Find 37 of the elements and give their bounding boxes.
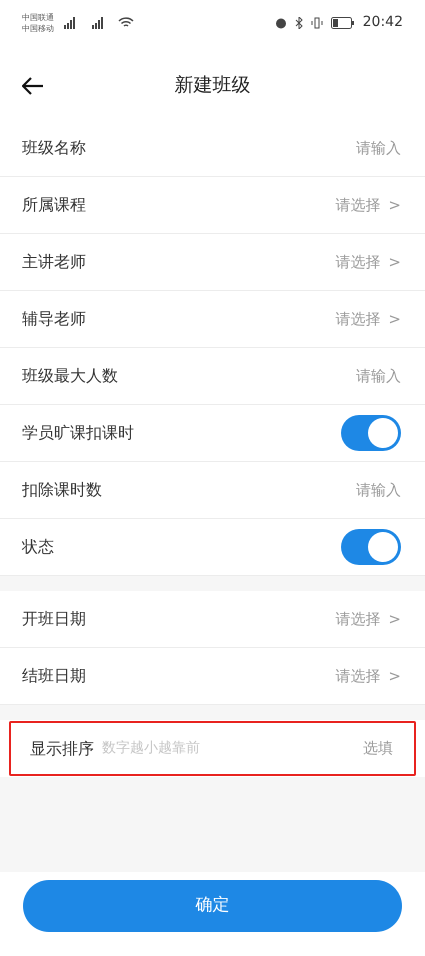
time-label: 20:42 bbox=[362, 13, 403, 32]
wifi-icon bbox=[118, 17, 134, 29]
chevron-icon: > bbox=[388, 664, 401, 688]
field-label: 辅导老师 bbox=[22, 308, 86, 330]
field-label: 开班日期 bbox=[22, 608, 86, 630]
chevron-icon: > bbox=[388, 608, 401, 630]
field-label: 主讲老师 bbox=[22, 251, 86, 273]
optional-label: 选填 bbox=[363, 738, 393, 760]
select-field[interactable]: 请选择 bbox=[335, 194, 380, 216]
confirm-button[interactable]: 确定 bbox=[23, 880, 402, 932]
field-label: 学员旷课扣课时 bbox=[22, 422, 134, 444]
page-title: 新建班级 bbox=[174, 74, 250, 96]
toggle-switch[interactable] bbox=[341, 415, 401, 451]
battery-icon bbox=[330, 16, 355, 28]
bluetooth-icon bbox=[294, 16, 303, 28]
chevron-icon: > bbox=[388, 194, 401, 216]
select-field[interactable]: 请选择 bbox=[335, 250, 380, 274]
input-field[interactable]: 数字越小越靠前 bbox=[102, 738, 200, 759]
field-label: 班级最大人数 bbox=[22, 365, 118, 387]
field-label: 班级名称 bbox=[22, 137, 86, 159]
select-field[interactable]: 请选择 bbox=[335, 664, 380, 688]
chevron-icon: > bbox=[388, 308, 401, 330]
field-label: 结班日期 bbox=[22, 665, 86, 687]
select-field[interactable]: 请选择 bbox=[335, 608, 380, 630]
input-field[interactable]: 请输入 bbox=[356, 478, 401, 502]
input-field[interactable]: 请输入 bbox=[356, 364, 401, 388]
select-field[interactable]: 请选择 bbox=[335, 308, 380, 330]
carrier-label: 中国移动 bbox=[22, 23, 54, 34]
input-field[interactable]: 请输入 bbox=[356, 136, 401, 160]
field-label: 所属课程 bbox=[22, 194, 86, 216]
vibrate-icon bbox=[310, 16, 323, 28]
toggle-switch[interactable] bbox=[341, 529, 401, 565]
field-label: 显示排序 bbox=[30, 738, 94, 760]
field-label: 扣除课时数 bbox=[22, 479, 102, 501]
carrier-label: 中国联通 bbox=[22, 12, 54, 23]
field-label: 状态 bbox=[22, 536, 54, 558]
chevron-icon: > bbox=[388, 250, 401, 274]
